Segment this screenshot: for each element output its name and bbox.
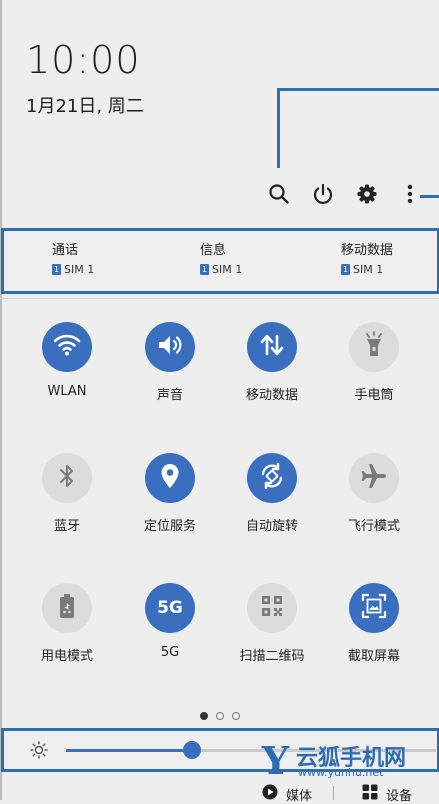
page-indicator xyxy=(0,712,439,720)
tile-button[interactable] xyxy=(247,322,297,372)
left-frame-edge xyxy=(0,0,2,800)
tile-button[interactable] xyxy=(349,322,399,372)
sim-pref-messages[interactable]: 信息 1 SIM 1 xyxy=(200,239,310,276)
tile-label: WLAN xyxy=(47,384,87,399)
tile-button[interactable] xyxy=(145,453,195,503)
tile-button[interactable]: 5G xyxy=(145,583,195,633)
sim-pref-mobile-data[interactable]: 移动数据 1 SIM 1 xyxy=(341,239,439,276)
tile-label: 用电模式 xyxy=(40,649,93,664)
tile-button[interactable] xyxy=(349,583,399,633)
divider xyxy=(0,298,439,299)
tile-button[interactable] xyxy=(42,583,92,633)
tile-sound[interactable]: 声音 xyxy=(120,322,220,403)
tile-bluetooth[interactable]: 蓝牙 xyxy=(17,453,117,534)
screenshot-icon xyxy=(361,593,387,623)
watermark-logo: Y 云狐手机网 www.yunhu.net xyxy=(262,738,439,783)
sim-pref-sim: SIM 1 xyxy=(64,263,95,276)
bottom-bar: 媒体 设备 xyxy=(0,782,439,804)
page-dot[interactable] xyxy=(199,712,208,720)
tile-auto-rotate[interactable]: 自动旋转 xyxy=(222,453,322,534)
page-dot[interactable] xyxy=(215,712,224,720)
devices-grid-icon xyxy=(362,784,378,804)
bluetooth-icon xyxy=(57,463,77,493)
sim-pref-title: 移动数据 xyxy=(341,243,394,258)
tile-label: 自动旋转 xyxy=(245,519,298,534)
tile-label: 5G xyxy=(160,645,180,660)
more-icon[interactable] xyxy=(396,180,424,208)
divider xyxy=(333,786,334,800)
tile-button[interactable] xyxy=(42,322,92,372)
brightness-icon xyxy=(30,741,48,763)
auto-rotate-icon xyxy=(258,462,286,494)
watermark-url: www.yunhu.net xyxy=(298,766,384,779)
annotation-line xyxy=(277,88,280,168)
sim-pref-title: 信息 xyxy=(200,243,227,258)
sim-pref-sim: SIM 1 xyxy=(212,263,243,276)
qr-code-icon xyxy=(260,594,284,622)
play-icon xyxy=(262,784,278,804)
tile-label: 扫描二维码 xyxy=(239,649,305,664)
tile-wlan[interactable]: WLAN xyxy=(17,322,117,399)
sim-pref-sim: SIM 1 xyxy=(353,263,384,276)
tile-label: 定位服务 xyxy=(143,519,196,534)
5g-icon: 5G xyxy=(157,598,183,618)
annotation-line xyxy=(277,88,439,91)
battery-mode-icon xyxy=(57,592,77,624)
media-button[interactable]: 媒体 xyxy=(262,784,312,804)
tile-button[interactable] xyxy=(145,322,195,372)
wifi-icon xyxy=(53,333,81,361)
tile-5g[interactable]: 5G 5G xyxy=(120,583,220,660)
tile-label: 蓝牙 xyxy=(53,519,80,534)
mobile-data-icon xyxy=(259,333,285,361)
tile-mobile-data[interactable]: 移动数据 xyxy=(222,322,322,403)
tile-flashlight[interactable]: 手电筒 xyxy=(324,322,424,403)
tile-scan-qr[interactable]: 扫描二维码 xyxy=(222,583,322,664)
tile-label: 移动数据 xyxy=(245,388,298,403)
sim-card-icon: 1 xyxy=(341,264,350,275)
search-icon[interactable] xyxy=(265,180,293,208)
clock-date: 1月21日, 周二 xyxy=(26,96,144,117)
tile-screenshot[interactable]: 截取屏幕 xyxy=(324,583,424,664)
tile-button[interactable] xyxy=(247,453,297,503)
airplane-icon xyxy=(360,462,388,494)
power-icon[interactable] xyxy=(309,180,337,208)
sim-pref-title: 通话 xyxy=(52,243,79,258)
devices-button[interactable]: 设备 xyxy=(362,784,412,804)
tile-label: 手电筒 xyxy=(354,388,394,403)
brightness-slider-thumb[interactable] xyxy=(182,741,201,759)
tile-airplane[interactable]: 飞行模式 xyxy=(324,453,424,534)
tile-button[interactable] xyxy=(247,583,297,633)
media-label: 媒体 xyxy=(286,788,313,804)
flashlight-icon xyxy=(362,331,386,363)
tile-label: 声音 xyxy=(156,388,183,403)
settings-icon[interactable] xyxy=(353,180,381,208)
sim-pref-calls[interactable]: 通话 1 SIM 1 xyxy=(52,239,162,276)
sound-icon xyxy=(156,333,184,361)
tile-button[interactable] xyxy=(349,453,399,503)
clock-time: 10:00 xyxy=(26,38,141,82)
sim-card-icon: 1 xyxy=(52,264,61,275)
sim-card-icon: 1 xyxy=(200,264,209,275)
sim-pref-value: 1 SIM 1 xyxy=(200,263,310,276)
tile-location[interactable]: 定位服务 xyxy=(120,453,220,534)
page-dot[interactable] xyxy=(231,712,240,720)
tile-label: 截取屏幕 xyxy=(347,649,400,664)
sim-pref-value: 1 SIM 1 xyxy=(341,263,439,276)
location-icon xyxy=(159,462,181,494)
watermark-letter: Y xyxy=(262,738,290,783)
tile-power-mode[interactable]: 用电模式 xyxy=(17,583,117,664)
brightness-slider-fill xyxy=(66,749,192,752)
devices-label: 设备 xyxy=(386,788,413,804)
sim-preferences: 通话 1 SIM 1 信息 1 SIM 1 移动数据 1 SIM 1 xyxy=(1,228,439,294)
tile-button[interactable] xyxy=(42,453,92,503)
tile-label: 飞行模式 xyxy=(347,519,400,534)
sim-pref-value: 1 SIM 1 xyxy=(52,263,162,276)
